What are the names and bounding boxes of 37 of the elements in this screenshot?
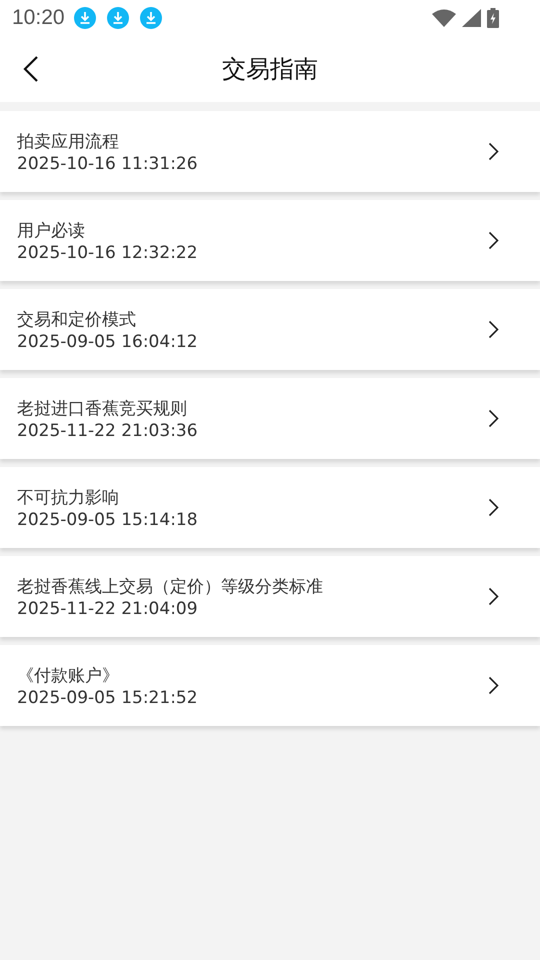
guide-item[interactable]: 不可抗力影响 2025-09-05 15:14:18 <box>0 467 540 548</box>
item-title: 《付款账户》 <box>17 664 120 686</box>
chevron-right-icon <box>488 142 499 161</box>
item-date: 2025-09-05 16:04:12 <box>17 332 198 352</box>
download-icon <box>106 7 129 29</box>
item-date: 2025-11-22 21:04:09 <box>17 598 199 618</box>
item-title: 交易和定价模式 <box>17 308 137 330</box>
chevron-right-icon <box>488 498 499 517</box>
guide-item[interactable]: 老挝进口香蕉竞买规则 2025-11-22 21:03:36 <box>0 378 540 459</box>
page-title: 交易指南 <box>221 54 319 85</box>
chevron-right-icon <box>488 320 499 339</box>
item-date: 2025-09-05 15:21:52 <box>17 688 198 708</box>
battery-icon <box>487 8 499 28</box>
signal-icon <box>462 9 481 27</box>
download-icon <box>74 7 96 29</box>
chevron-right-icon <box>488 676 499 695</box>
guide-item[interactable]: 老挝香蕉线上交易（定价）等级分类标准 2025-11-22 21:04:09 <box>0 556 540 637</box>
item-date: 2025-10-16 11:31:26 <box>17 154 198 174</box>
status-time: 10:20 <box>12 6 65 30</box>
chevron-right-icon <box>488 587 499 606</box>
item-date: 2025-09-05 15:14:18 <box>17 510 198 530</box>
download-icon <box>140 7 162 29</box>
chevron-right-icon <box>488 231 499 250</box>
item-date: 2025-10-16 12:32:22 <box>17 242 198 262</box>
guide-item[interactable]: 拍卖应用流程 2025-10-16 11:31:26 <box>0 111 540 192</box>
item-title: 老挝进口香蕉竞买规则 <box>17 398 188 420</box>
item-title: 老挝香蕉线上交易（定价）等级分类标准 <box>17 576 323 598</box>
guide-item[interactable]: 《付款账户》 2025-09-05 15:21:52 <box>0 645 540 726</box>
item-title: 拍卖应用流程 <box>17 130 120 152</box>
back-icon <box>23 55 39 83</box>
wifi-icon <box>432 9 456 27</box>
guide-item[interactable]: 交易和定价模式 2025-09-05 16:04:12 <box>0 289 540 370</box>
item-date: 2025-11-22 21:03:36 <box>17 420 198 440</box>
item-title: 不可抗力影响 <box>17 486 120 508</box>
item-title: 用户必读 <box>17 220 86 242</box>
guide-item[interactable]: 用户必读 2025-10-16 12:32:22 <box>0 200 540 281</box>
chevron-right-icon <box>488 409 499 428</box>
